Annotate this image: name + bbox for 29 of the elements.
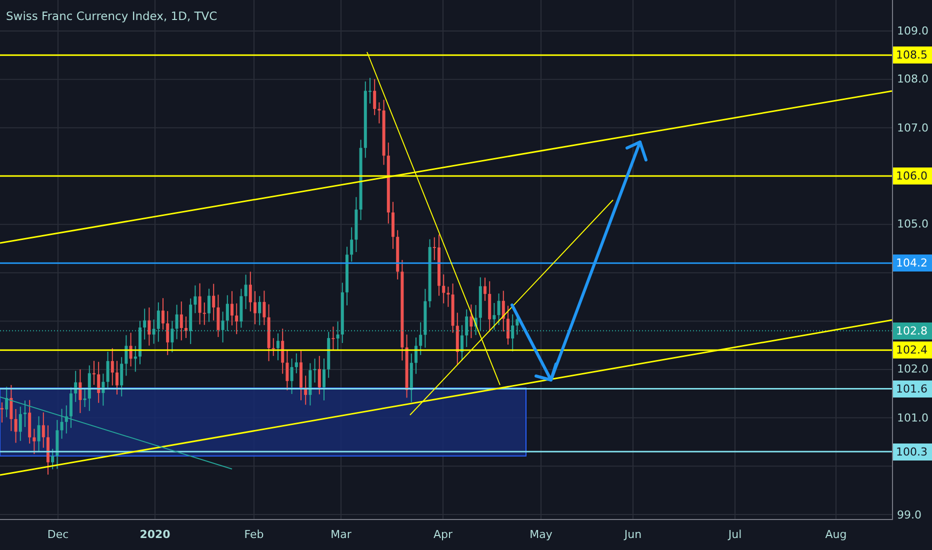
date-tick: Feb xyxy=(244,528,264,541)
price-label: 106.0 xyxy=(893,168,932,185)
trend-line[interactable] xyxy=(0,396,232,470)
price-label: 104.2 xyxy=(893,254,932,272)
price-label: 108.5 xyxy=(893,46,932,64)
chart-area[interactable]: Swiss Franc Currency Index, 1D, TVC xyxy=(0,0,893,520)
date-tick: Aug xyxy=(825,528,847,541)
price-tick: 101.0 xyxy=(897,411,928,424)
date-tick: Apr xyxy=(433,528,453,541)
price-label: 101.6 xyxy=(893,380,932,398)
price-tick: 105.0 xyxy=(897,218,928,231)
price-tick: 99.0 xyxy=(897,508,922,521)
price-label: 102.4 xyxy=(893,342,932,359)
price-tick: 107.0 xyxy=(897,121,928,134)
date-tick: Jun xyxy=(624,528,642,541)
date-tick: 2020 xyxy=(140,528,170,541)
date-tick: Mar xyxy=(330,528,352,541)
level-line[interactable] xyxy=(0,388,892,390)
projection-arrow[interactable] xyxy=(510,140,648,382)
price-label: 102.8 xyxy=(893,322,932,340)
chart-title: Swiss Franc Currency Index, 1D, TVC xyxy=(6,9,218,23)
date-tick: May xyxy=(530,528,552,541)
date-tick: Dec xyxy=(47,528,69,541)
level-line[interactable] xyxy=(0,450,892,452)
price-label: 100.3 xyxy=(893,443,932,460)
date-tick: Jul xyxy=(728,528,742,541)
price-tick: 109.0 xyxy=(897,24,928,38)
price-tick: 108.0 xyxy=(897,72,928,86)
price-tick: 102.0 xyxy=(897,362,928,376)
